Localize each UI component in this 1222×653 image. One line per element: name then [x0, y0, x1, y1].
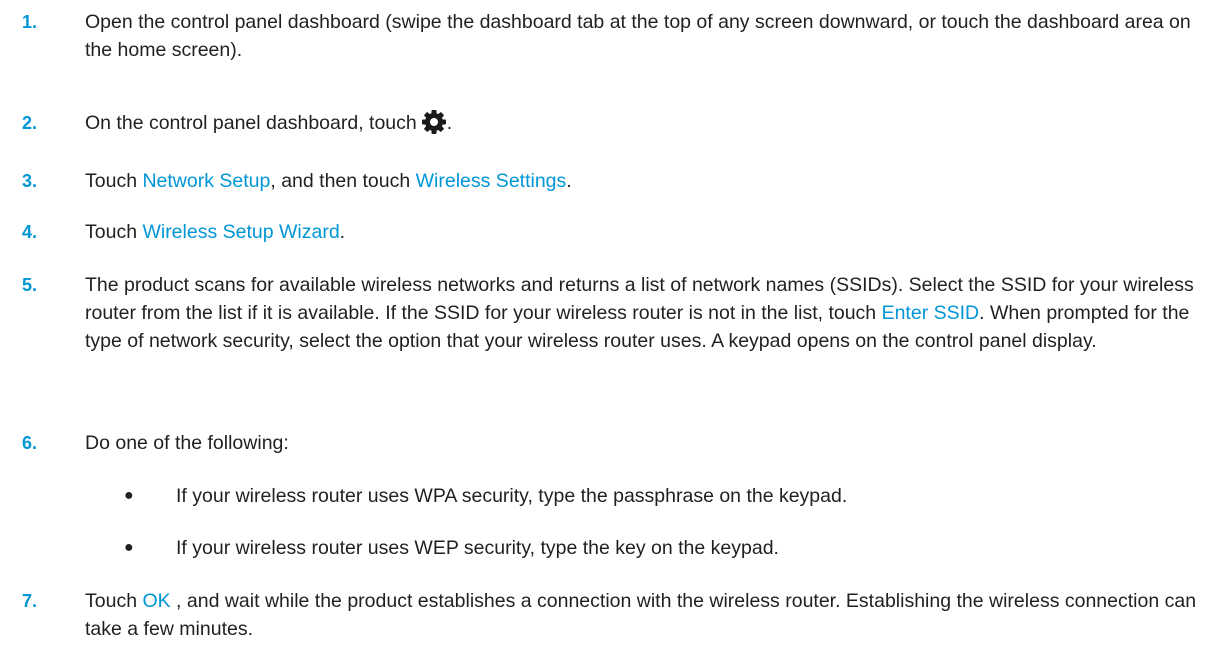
bullet-text: If your wireless router uses WPA securit…: [176, 485, 848, 507]
gear-icon: [421, 109, 447, 135]
step-text-part: .: [566, 170, 572, 192]
step-text: Touch Network Setup, and then touch Wire…: [85, 167, 1210, 195]
wireless-setup-wizard-link[interactable]: Wireless Setup Wizard: [142, 221, 339, 243]
step-text: Do one of the following:: [85, 432, 289, 454]
ok-link[interactable]: OK: [142, 590, 170, 612]
step-text-before: On the control panel dashboard, touch: [85, 112, 417, 134]
bullet-symbol: ●: [124, 487, 134, 504]
step-text: Touch Wireless Setup Wizard.: [85, 218, 1210, 246]
network-setup-link[interactable]: Network Setup: [142, 170, 270, 192]
step-text-part: , and wait while the product establishes…: [85, 590, 1197, 640]
step-text-part: , and then touch: [270, 170, 416, 192]
step-text: The product scans for available wireless…: [85, 271, 1210, 355]
bullet-symbol: ●: [124, 539, 134, 556]
step-number: 6.: [22, 433, 38, 453]
step-text-part: Touch: [85, 590, 143, 612]
bullet-text: If your wireless router uses WEP securit…: [176, 537, 779, 559]
step-number: 4.: [22, 222, 38, 242]
step-text: On the control panel dashboard, touch .: [85, 109, 1210, 137]
step-number: 1.: [22, 12, 38, 32]
step-number: 3.: [22, 171, 38, 191]
step-text-part: Touch: [85, 221, 143, 243]
step-number: 2.: [22, 113, 38, 133]
step-text: Open the control panel dashboard (swipe …: [85, 11, 1191, 61]
step-text-part: Touch: [85, 170, 143, 192]
instruction-list: 1. Open the control panel dashboard (swi…: [0, 0, 1222, 653]
step-number: 5.: [22, 275, 38, 295]
step-number: 7.: [22, 591, 38, 611]
enter-ssid-link[interactable]: Enter SSID: [882, 302, 980, 324]
step-text-after: .: [446, 112, 453, 134]
step-text-part: .: [339, 221, 346, 243]
step-text: Touch OK , and wait while the product es…: [85, 587, 1210, 643]
wireless-settings-link[interactable]: Wireless Settings: [416, 170, 567, 192]
